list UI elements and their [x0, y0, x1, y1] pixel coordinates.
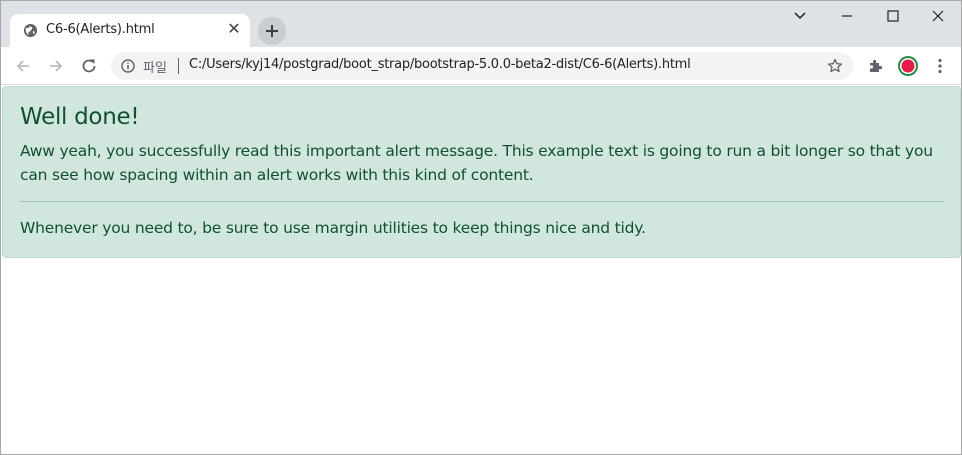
tab-title: C6-6(Alerts).html [46, 22, 155, 37]
minimize-icon [842, 15, 852, 17]
alert-divider [20, 201, 945, 202]
url-text: C:/Users/kyj14/postgrad/boot_strap/boots… [189, 57, 691, 72]
success-alert: Well done! Aww yeah, you successfully re… [2, 86, 961, 258]
reload-button[interactable] [77, 54, 101, 78]
tab-search-button[interactable] [777, 1, 823, 31]
arrow-left-icon [16, 60, 29, 72]
extensions-button[interactable] [866, 56, 886, 76]
page-content: Well done! Aww yeah, you successfully re… [1, 86, 961, 454]
globe-icon [23, 23, 38, 38]
maximize-icon [887, 10, 899, 22]
star-icon[interactable] [827, 58, 843, 74]
maximize-button[interactable] [870, 1, 916, 31]
arrow-right-icon [50, 60, 63, 72]
close-window-button[interactable] [915, 1, 961, 31]
back-button[interactable] [11, 54, 35, 78]
close-icon [932, 10, 944, 22]
divider [178, 58, 179, 74]
puzzle-icon [870, 59, 883, 72]
info-icon[interactable] [121, 59, 135, 73]
minimize-button[interactable] [824, 1, 870, 31]
tab-close-button[interactable]: ✕ [225, 21, 243, 39]
chevron-down-icon [794, 12, 806, 20]
toolbar: 파일 C:/Users/kyj14/postgrad/boot_strap/bo… [1, 47, 961, 85]
scheme-label: 파일 [143, 61, 167, 76]
tab-strip: C6-6(Alerts).html ✕ [1, 1, 961, 47]
forward-button[interactable] [44, 54, 68, 78]
address-bar[interactable]: 파일 C:/Users/kyj14/postgrad/boot_strap/bo… [111, 52, 853, 80]
plus-icon [266, 25, 278, 37]
avatar-icon [898, 56, 918, 76]
alert-heading: Well done! [20, 104, 140, 130]
alert-footer: Whenever you need to, be sure to use mar… [20, 219, 646, 237]
profile-avatar[interactable] [897, 55, 919, 77]
alert-body: Aww yeah, you successfully read this imp… [20, 142, 933, 184]
new-tab-button[interactable] [258, 17, 286, 45]
kebab-menu-icon [938, 58, 942, 74]
menu-button[interactable] [930, 56, 950, 76]
reload-icon [82, 59, 96, 73]
browser-window: C6-6(Alerts).html ✕ 파일 C:/Users/kyj14/po… [0, 0, 962, 455]
tab-active[interactable]: C6-6(Alerts).html ✕ [10, 14, 250, 47]
